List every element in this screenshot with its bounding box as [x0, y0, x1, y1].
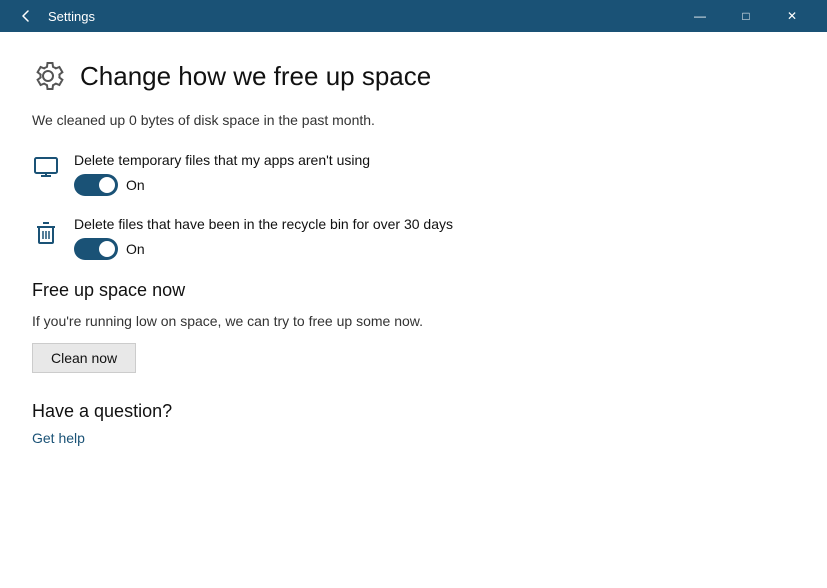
free-up-description: If you're running low on space, we can t… — [32, 313, 795, 329]
temp-files-label: Delete temporary files that my apps aren… — [74, 152, 370, 168]
recycle-bin-setting: Delete files that have been in the recyc… — [32, 216, 795, 260]
page-header: Change how we free up space — [32, 60, 795, 92]
free-up-section-title: Free up space now — [32, 280, 795, 301]
recycle-bin-content: Delete files that have been in the recyc… — [74, 216, 453, 260]
close-button[interactable]: ✕ — [769, 0, 815, 32]
main-content: Change how we free up space We cleaned u… — [0, 32, 827, 588]
titlebar: Settings — □ ✕ — [0, 0, 827, 32]
disk-space-subtitle: We cleaned up 0 bytes of disk space in t… — [32, 112, 795, 128]
recycle-bin-label: Delete files that have been in the recyc… — [74, 216, 453, 232]
trash-icon — [32, 218, 60, 246]
temp-files-setting: Delete temporary files that my apps aren… — [32, 152, 795, 196]
recycle-bin-toggle[interactable] — [74, 238, 118, 260]
titlebar-title: Settings — [40, 9, 677, 24]
page-title: Change how we free up space — [80, 61, 431, 92]
temp-files-toggle-label: On — [126, 177, 145, 193]
get-help-link[interactable]: Get help — [32, 430, 85, 446]
minimize-button[interactable]: — — [677, 0, 723, 32]
recycle-bin-toggle-label: On — [126, 241, 145, 257]
window-controls: — □ ✕ — [677, 0, 815, 32]
recycle-bin-toggle-knob — [99, 241, 115, 257]
help-section-title: Have a question? — [32, 401, 795, 422]
temp-files-content: Delete temporary files that my apps aren… — [74, 152, 370, 196]
recycle-bin-toggle-row: On — [74, 238, 453, 260]
maximize-button[interactable]: □ — [723, 0, 769, 32]
monitor-icon — [32, 154, 60, 182]
temp-files-toggle-row: On — [74, 174, 370, 196]
temp-files-toggle-knob — [99, 177, 115, 193]
temp-files-toggle[interactable] — [74, 174, 118, 196]
back-button[interactable] — [12, 2, 40, 30]
gear-icon — [32, 60, 64, 92]
clean-now-button[interactable]: Clean now — [32, 343, 136, 373]
